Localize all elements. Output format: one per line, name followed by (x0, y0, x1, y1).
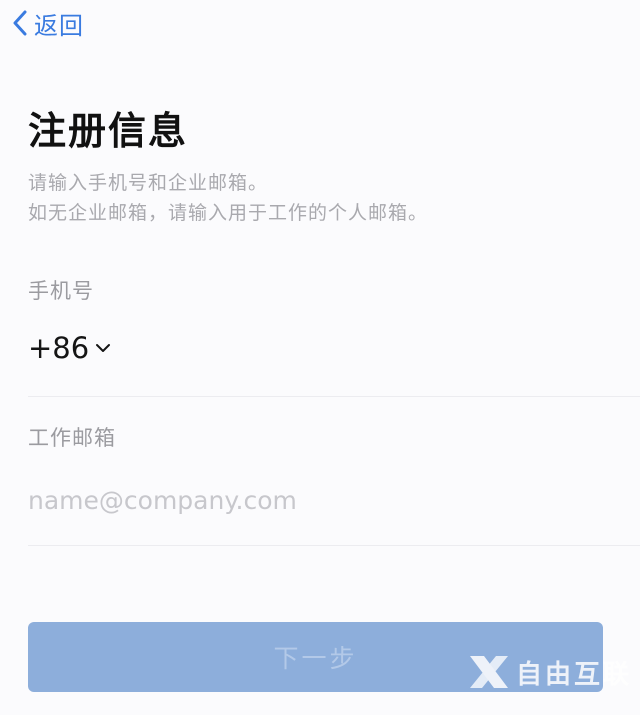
register-screen: 返回 注册信息 请输入手机号和企业邮箱。 如无企业邮箱，请输入用于工作的个人邮箱… (0, 0, 640, 715)
phone-label: 手机号 (28, 279, 94, 303)
page-title: 注册信息 (28, 109, 189, 153)
back-button[interactable]: 返回 (12, 6, 84, 40)
watermark-text: 自由互联 (515, 659, 632, 690)
watermark: 自由互联 (466, 652, 632, 692)
email-label: 工作邮箱 (28, 426, 116, 450)
country-code-value: +86 (28, 331, 90, 365)
page-description: 请输入手机号和企业邮箱。 如无企业邮箱，请输入用于工作的个人邮箱。 (28, 168, 428, 228)
back-label: 返回 (34, 11, 84, 40)
watermark-logo-icon (469, 656, 508, 688)
email-input[interactable] (28, 478, 608, 522)
chevron-left-icon (13, 10, 27, 36)
email-divider (28, 545, 640, 546)
description-line-1: 请输入手机号和企业邮箱。 (28, 172, 269, 194)
description-line-2: 如无企业邮箱，请输入用于工作的个人邮箱。 (28, 202, 429, 224)
country-code-selector[interactable]: +86 (28, 331, 111, 365)
phone-divider (28, 396, 640, 397)
chevron-down-icon (96, 344, 111, 352)
